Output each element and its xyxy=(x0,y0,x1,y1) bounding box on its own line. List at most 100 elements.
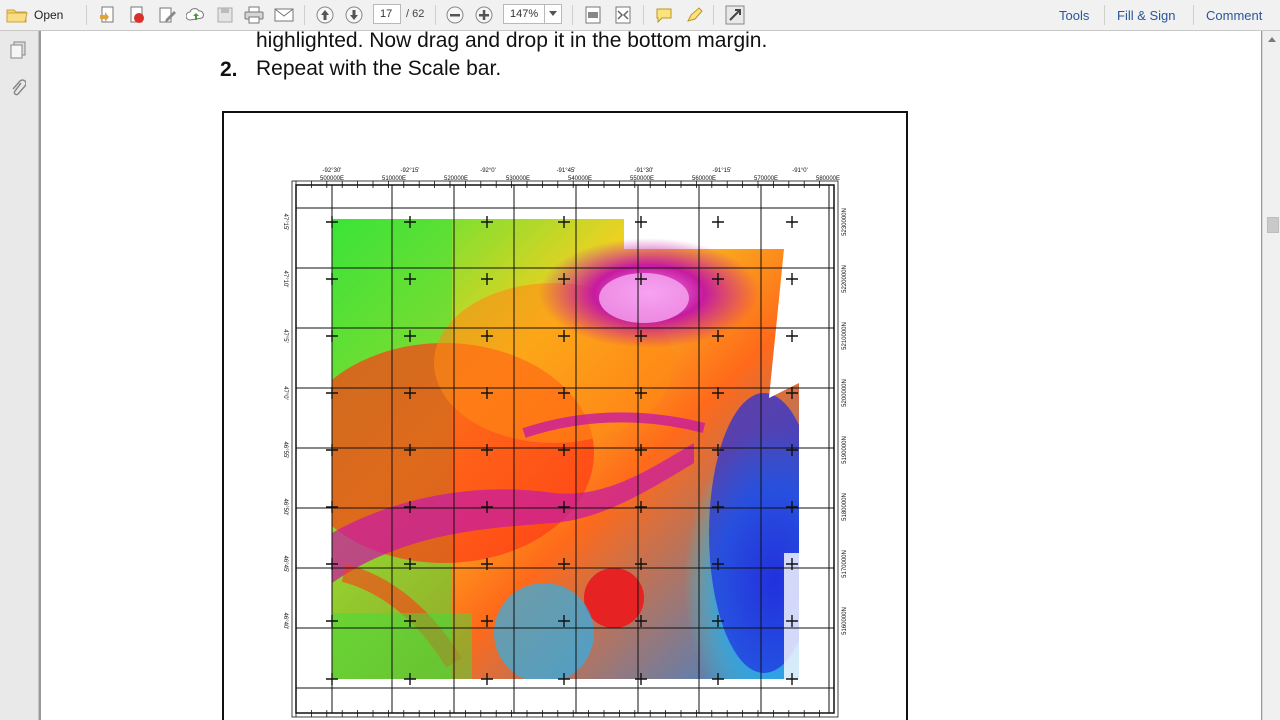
export-pdf-button[interactable] xyxy=(125,3,149,27)
prev-page-button[interactable] xyxy=(313,3,337,27)
attachments-button[interactable] xyxy=(9,79,27,97)
left-latitude-label: 47°15' xyxy=(282,214,288,231)
open-label: Open xyxy=(34,8,64,22)
right-northing-label: 5180000N xyxy=(842,493,848,521)
fit-width-icon xyxy=(615,6,631,24)
print-icon xyxy=(244,6,264,24)
print-button[interactable] xyxy=(242,3,266,27)
left-latitude-label: 47°10' xyxy=(282,271,288,288)
toolbar-separator xyxy=(643,5,644,25)
right-northing-label: 5170000N xyxy=(842,550,848,578)
map-figure-frame: -92°30' -92°15' -92°0' -91°45' -91°30' -91°15… xyxy=(222,111,908,720)
left-latitude-label: 47°0' xyxy=(282,386,288,400)
left-latitude-label: 46°45' xyxy=(282,556,288,573)
map-figure: -92°30' -92°15' -92°0' -91°45' -91°30' -91°15… xyxy=(282,168,848,718)
save-icon xyxy=(217,7,233,23)
right-northing-label: 5210000N xyxy=(842,322,848,350)
step-text: Repeat with the Scale bar. xyxy=(256,57,502,80)
right-northing-label: 5160000N xyxy=(842,607,848,635)
zoom-in-icon xyxy=(475,6,493,24)
page-thumbnails-button[interactable] xyxy=(9,41,27,59)
toolbar-separator xyxy=(572,5,573,25)
body-text-line: highlighted. Now drag and drop it in the… xyxy=(256,31,768,52)
top-easting-label: 530000E xyxy=(506,176,530,182)
page-number-input[interactable]: 17 xyxy=(373,4,401,24)
right-northing-label: 5200000N xyxy=(842,379,848,407)
fit-page-button[interactable] xyxy=(581,3,605,27)
page-total-label: / 62 xyxy=(406,8,425,20)
upload-icon xyxy=(186,8,204,21)
fullscreen-icon xyxy=(725,5,745,25)
edit-pdf-button[interactable] xyxy=(155,3,179,27)
right-northing-label: 5220000N xyxy=(842,265,848,293)
create-pdf-button[interactable] xyxy=(96,3,120,27)
top-longitude-label: -91°45' xyxy=(557,168,576,174)
email-icon xyxy=(274,8,294,22)
scroll-up-arrow[interactable] xyxy=(1268,37,1276,42)
toolbar-separator xyxy=(1104,5,1105,25)
page-current-value: 17 xyxy=(380,8,393,20)
zoom-out-button[interactable] xyxy=(443,3,467,27)
top-longitude-label: -92°15' xyxy=(401,168,420,174)
top-easting-label: 580000E xyxy=(816,176,840,182)
left-latitude-label: 46°55' xyxy=(282,442,288,459)
folder-icon xyxy=(6,9,28,23)
navigation-pane xyxy=(0,31,39,720)
top-easting-label: 560000E xyxy=(692,176,716,182)
next-page-icon xyxy=(345,6,363,24)
comment-icon xyxy=(656,8,672,24)
right-northing-label: 5190000N xyxy=(842,436,848,464)
edit-icon xyxy=(159,7,176,23)
prev-page-icon xyxy=(316,6,334,24)
toolbar-separator xyxy=(713,5,714,25)
pages-icon xyxy=(10,41,26,59)
left-latitude-label: 46°40' xyxy=(282,613,288,630)
attachment-icon xyxy=(12,79,26,96)
top-longitude-label: -92°0' xyxy=(480,168,496,174)
toolbar-separator xyxy=(304,5,305,25)
top-easting-label: 520000E xyxy=(444,176,468,182)
main-toolbar: Open 17 / 62 147% Tools Fill & Sign Comm… xyxy=(0,0,1280,31)
zoom-value: 147% xyxy=(510,8,539,20)
fit-width-button[interactable] xyxy=(611,3,635,27)
zoom-out-icon xyxy=(446,6,464,24)
next-page-button[interactable] xyxy=(342,3,366,27)
save-button[interactable] xyxy=(213,3,237,27)
highlight-icon xyxy=(687,7,703,22)
aeromagnetic-map-image xyxy=(332,219,799,679)
toolbar-separator xyxy=(1193,5,1194,25)
open-button[interactable]: Open xyxy=(6,3,76,27)
tools-pane-button[interactable]: Tools xyxy=(1059,0,1089,30)
top-easting-label: 550000E xyxy=(630,176,654,182)
zoom-dropdown[interactable] xyxy=(544,4,562,24)
scrollbar-thumb[interactable] xyxy=(1267,217,1279,233)
step-number: 2. xyxy=(220,58,238,81)
top-easting-label: 510000E xyxy=(382,176,406,182)
comment-pane-button[interactable]: Comment xyxy=(1206,0,1262,30)
top-longitude-label: -92°30' xyxy=(323,168,342,174)
comment-note-button[interactable] xyxy=(652,3,676,27)
email-button[interactable] xyxy=(272,3,296,27)
top-easting-label: 570000E xyxy=(754,176,778,182)
top-easting-label: 540000E xyxy=(568,176,592,182)
vertical-scrollbar[interactable] xyxy=(1262,31,1280,720)
top-longitude-label: -91°0' xyxy=(792,168,808,174)
top-longitude-label: -91°30' xyxy=(635,168,654,174)
toolbar-separator xyxy=(435,5,436,25)
chevron-down-icon xyxy=(549,11,557,16)
fill-sign-pane-button[interactable]: Fill & Sign xyxy=(1117,0,1176,30)
fullscreen-button[interactable] xyxy=(722,3,748,27)
zoom-input[interactable]: 147% xyxy=(503,4,545,24)
top-longitude-label: -91°15' xyxy=(713,168,732,174)
create-pdf-icon xyxy=(100,6,114,23)
toolbar-separator xyxy=(86,5,87,25)
document-page: highlighted. Now drag and drop it in the… xyxy=(41,31,1261,720)
top-easting-label: 500000E xyxy=(320,176,344,182)
zoom-in-button[interactable] xyxy=(472,3,496,27)
convert-icon xyxy=(130,6,144,23)
left-latitude-label: 46°50' xyxy=(282,499,288,516)
left-latitude-label: 47°5' xyxy=(282,329,288,343)
upload-button[interactable] xyxy=(184,3,208,27)
highlight-button[interactable] xyxy=(682,3,706,27)
fit-page-icon xyxy=(585,6,601,24)
